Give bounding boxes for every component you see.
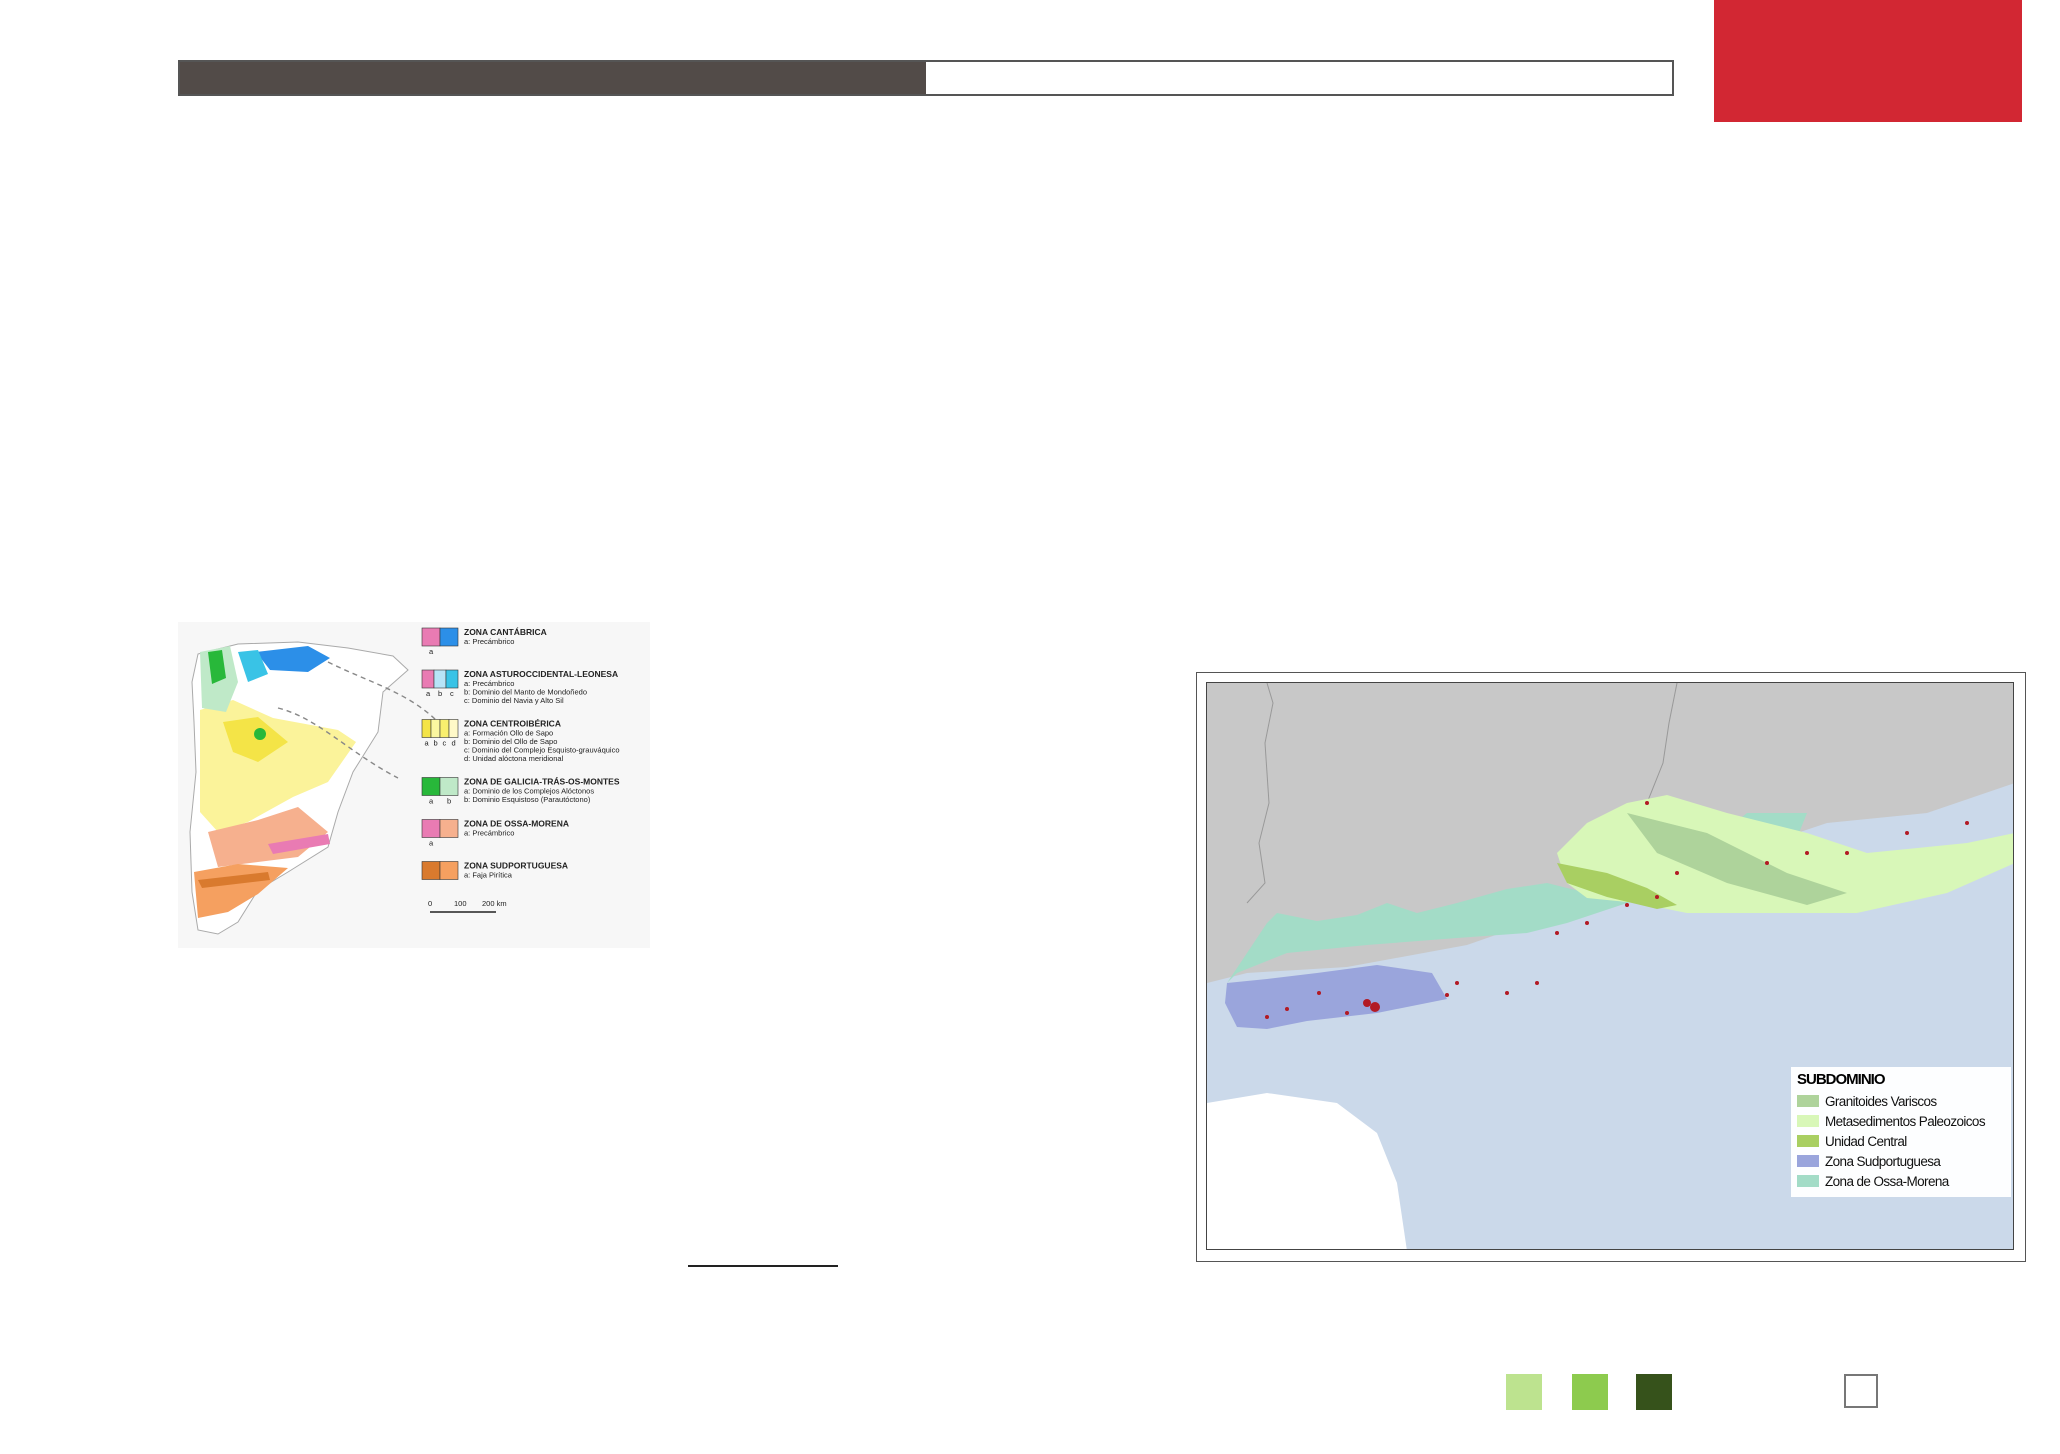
map-legend-label: Zona de Ossa-Morena bbox=[1825, 1173, 1949, 1189]
left-legend-swatch bbox=[430, 719, 441, 738]
left-legend-swatch-letter: b bbox=[438, 689, 442, 698]
footer-page-box bbox=[1844, 1374, 1878, 1408]
map-legend-item: Metasedimentos Paleozoicos bbox=[1797, 1111, 2005, 1131]
map-legend-swatch bbox=[1797, 1155, 1819, 1167]
iberian-geological-zones-map: a ZONA CANTÁBRICA a: Precámbrico a b c ZONA AS… bbox=[178, 622, 650, 948]
left-legend-item: b: Dominio Esquistoso (Parautóctono) bbox=[464, 795, 591, 804]
andalusia-subdomain-map: SUBDOMINIO Granitoides Variscos Metasedim… bbox=[1206, 682, 2014, 1250]
left-legend-swatch-letter: b bbox=[447, 797, 451, 806]
left-legend-swatch bbox=[421, 819, 441, 838]
map-legend-swatch bbox=[1797, 1135, 1819, 1147]
map-legend-swatch bbox=[1797, 1115, 1819, 1127]
left-legend-swatch bbox=[439, 777, 459, 796]
left-legend-swatch bbox=[439, 861, 459, 880]
left-legend-swatch-letter: a bbox=[429, 839, 434, 848]
map-legend-item: Zona de Ossa-Morena bbox=[1797, 1171, 2005, 1191]
section-progress-fill bbox=[180, 62, 926, 94]
left-legend-item: a: Precámbrico bbox=[464, 637, 514, 646]
left-legend-swatch bbox=[421, 777, 441, 796]
map-legend-label: Unidad Central bbox=[1825, 1133, 1907, 1149]
left-legend-group-title: ZONA CANTÁBRICA bbox=[464, 627, 547, 637]
left-legend-swatch-letter: d bbox=[452, 739, 456, 748]
map-legend-item: Unidad Central bbox=[1797, 1131, 2005, 1151]
left-legend-group-title: ZONA SUDPORTUGUESA bbox=[464, 861, 568, 871]
left-legend-group-title: ZONA ASTUROCCIDENTAL-LEONESA bbox=[464, 669, 618, 679]
scale-tick-200: 200 km bbox=[482, 899, 507, 908]
left-legend-swatch-letter: a bbox=[429, 647, 434, 656]
map-legend-item: Zona Sudportuguesa bbox=[1797, 1151, 2005, 1171]
map-legend-list: Granitoides Variscos Metasedimentos Paleo… bbox=[1797, 1091, 2005, 1191]
left-legend-swatch bbox=[448, 719, 459, 738]
scale-tick-0: 0 bbox=[428, 899, 432, 908]
left-legend-swatch bbox=[433, 669, 447, 689]
map-legend-label: Metasedimentos Paleozoicos bbox=[1825, 1113, 1986, 1129]
left-legend-swatch bbox=[439, 627, 459, 647]
map-legend-item: Granitoides Variscos bbox=[1797, 1091, 2005, 1111]
left-legend-swatch-letter: c bbox=[443, 739, 447, 748]
left-legend-swatch bbox=[421, 861, 441, 880]
left-legend-swatch bbox=[421, 627, 441, 647]
left-map-legend: aZONA CANTÁBRICAa: Precámbricoa b cZONA AS… bbox=[421, 627, 620, 880]
left-legend-swatch-letter: a bbox=[426, 689, 431, 698]
left-legend-group-title: ZONA DE GALICIA-TRÁS-OS-MONTES bbox=[464, 777, 620, 787]
map-legend-swatch bbox=[1797, 1095, 1819, 1107]
left-legend-item: a: Faja Pirítica bbox=[464, 871, 513, 880]
left-legend-swatch bbox=[439, 719, 450, 738]
left-legend-swatch bbox=[421, 719, 432, 738]
left-legend-swatch bbox=[439, 819, 459, 838]
map-legend-label: Zona Sudportuguesa bbox=[1825, 1153, 1941, 1169]
corner-accent-block bbox=[1714, 0, 2022, 122]
left-legend-item: d: Unidad alóctona meridional bbox=[464, 754, 564, 763]
map-legend-title: SUBDOMINIO bbox=[1797, 1071, 1886, 1088]
left-legend-swatch bbox=[421, 669, 435, 689]
left-legend-group-title: ZONA DE OSSA-MORENA bbox=[464, 819, 569, 829]
left-legend-group-title: ZONA CENTROIBÉRICA bbox=[464, 719, 561, 729]
left-legend-item: c: Dominio del Navia y Alto Sil bbox=[464, 696, 564, 705]
left-legend-swatch-letter: b bbox=[434, 739, 438, 748]
section-progress-bar bbox=[178, 60, 1674, 96]
map-legend: SUBDOMINIO Granitoides Variscos Metasedim… bbox=[1791, 1067, 2011, 1197]
left-legend-item: a: Precámbrico bbox=[464, 829, 514, 838]
footnote-rule bbox=[688, 1265, 838, 1267]
footer-color-square-light bbox=[1506, 1374, 1542, 1410]
left-legend-swatch bbox=[445, 669, 459, 689]
left-legend-swatch-letter: a bbox=[429, 797, 434, 806]
map-legend-label: Granitoides Variscos bbox=[1825, 1093, 1937, 1109]
map-legend-swatch bbox=[1797, 1175, 1819, 1187]
left-legend-swatch-letter: a bbox=[425, 739, 430, 748]
left-legend-swatch-letter: c bbox=[450, 689, 454, 698]
footer-color-square-dark bbox=[1636, 1374, 1672, 1410]
map-scale-bar: 0 100 200 km bbox=[428, 899, 507, 913]
scale-tick-100: 100 bbox=[454, 899, 467, 908]
footer-color-square-medium bbox=[1572, 1374, 1608, 1410]
